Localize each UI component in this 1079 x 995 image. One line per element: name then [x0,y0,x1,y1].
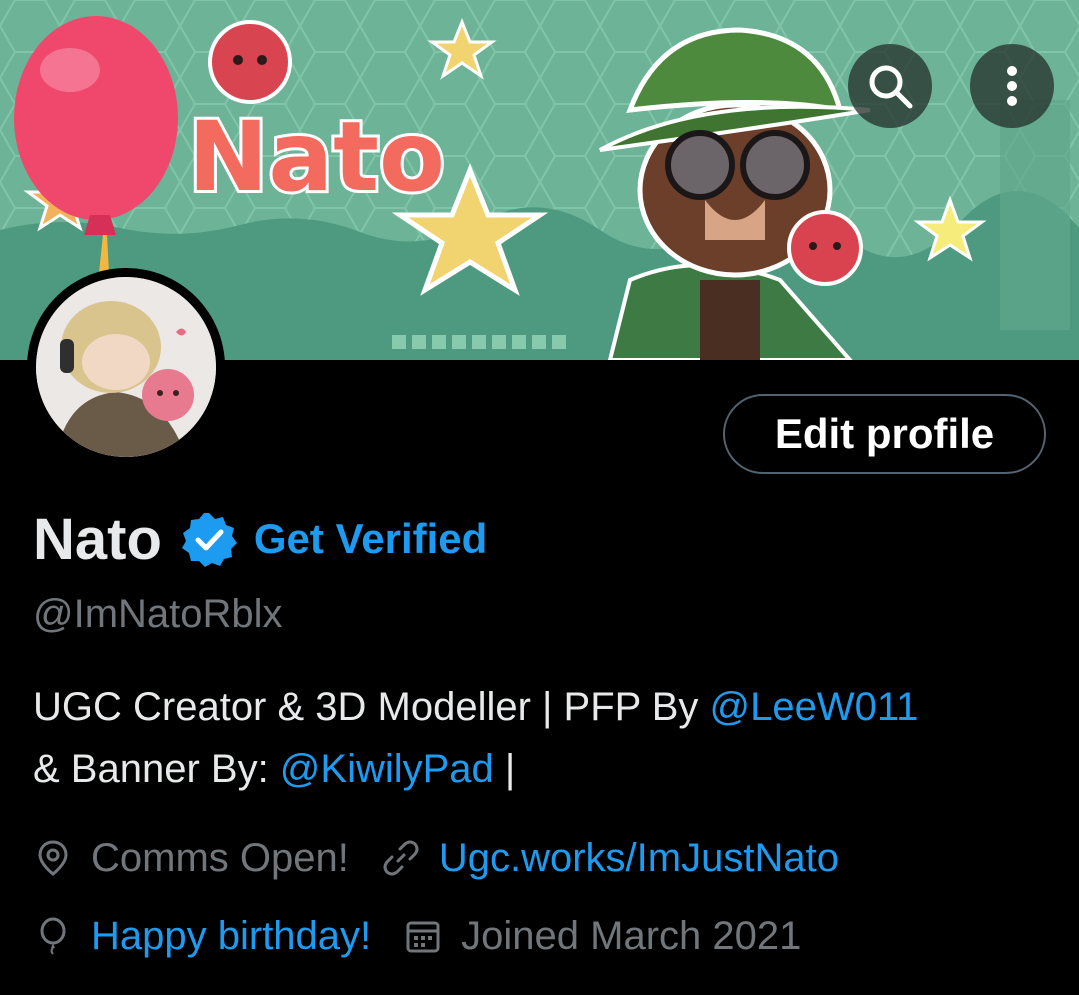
profile-name-row: Nato Get Verified [33,506,487,572]
balloon-icon [40,917,66,955]
search-button[interactable] [848,44,932,128]
profile-name: Nato [33,506,162,572]
profile-meta-row-1: Comms Open! Ugc.works/ImJustNato [33,828,839,888]
get-verified-link[interactable]: Get Verified [254,515,487,563]
bio-mention-kiwilypad[interactable]: @KiwilyPad [280,747,494,791]
location-text: Comms Open! [91,835,349,880]
profile-avatar[interactable] [27,268,225,466]
profile-meta-row-2: Happy birthday! Joined March 2021 [33,906,801,966]
birthday-text[interactable]: Happy birthday! [91,914,371,959]
profile-handle: @ImNatoRblx [33,592,283,636]
calendar-icon [406,921,440,953]
more-vertical-icon [1007,66,1017,106]
profile-bio: UGC Creator & 3D Modeller | PFP By @LeeW… [33,676,1053,800]
search-icon [869,65,913,109]
website-link[interactable]: Ugc.works/ImJustNato [439,836,839,881]
bio-text-1: UGC Creator & 3D Modeller | PFP By [33,685,710,729]
verified-badge-icon[interactable] [180,510,238,568]
more-options-button[interactable] [970,44,1054,128]
avatar [36,277,216,457]
avatar-image [36,277,216,457]
bio-text-2: & Banner By: [33,747,280,791]
bio-mention-leew011[interactable]: @LeeW011 [710,685,919,729]
banner-logo-text: Nato [188,101,445,213]
joined-date: Joined March 2021 [461,913,802,958]
edit-profile-button[interactable]: Edit profile [723,394,1046,474]
bio-text-3: | [493,747,516,791]
link-icon [383,840,419,876]
location-pin-icon [38,840,68,876]
